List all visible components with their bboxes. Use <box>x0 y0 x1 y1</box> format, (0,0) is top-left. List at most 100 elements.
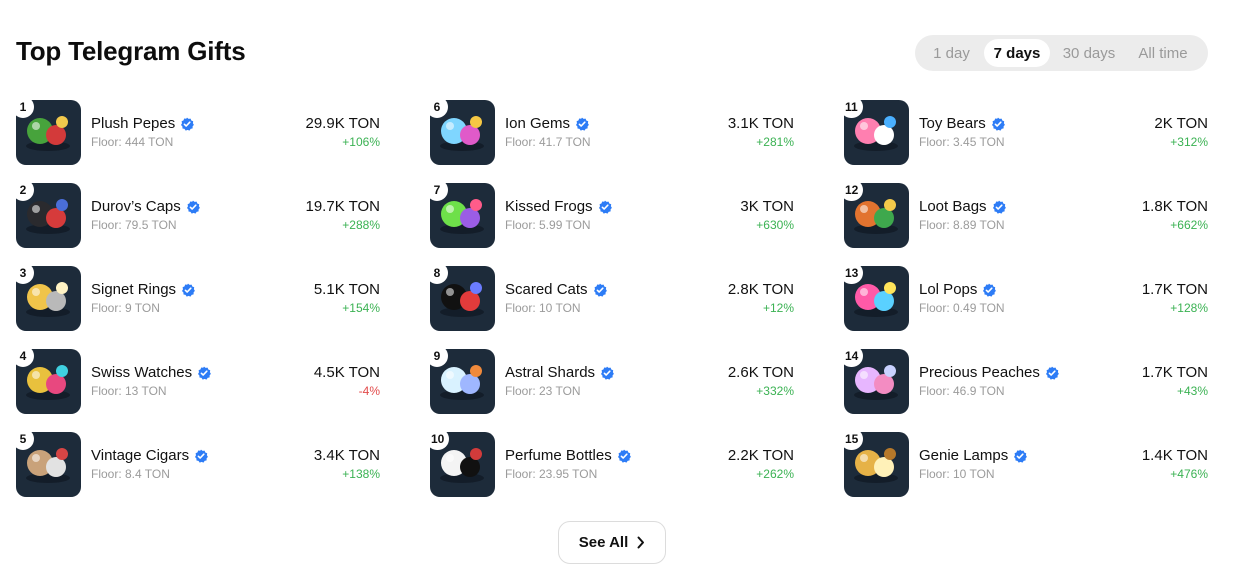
gift-stats: 19.7K TON +288% <box>306 198 381 233</box>
gift-floor-price: Floor: 79.5 TON <box>91 218 177 232</box>
gift-change: +288% <box>342 218 380 232</box>
gift-info: Signet Rings Floor: 9 TON <box>91 281 314 316</box>
gift-floor-price: Floor: 444 TON <box>91 135 174 149</box>
gift-change: -4% <box>358 384 380 398</box>
gift-stats: 2K TON +312% <box>1154 115 1208 150</box>
gift-row[interactable]: 10 Perfume Bottles Floor: 23.95 TON 2.2K TO… <box>426 428 794 497</box>
range-option-7-days[interactable]: 7 days <box>984 39 1050 67</box>
gift-name-line: Signet Rings <box>91 281 314 299</box>
chevron-right-icon <box>637 536 645 549</box>
gift-row[interactable]: 7 Kissed Frogs Floor: 5.99 TON 3K TON +630% <box>426 179 794 248</box>
gift-row[interactable]: 6 Ion Gems Floor: 41.7 TON 3.1K TON +281% <box>426 96 794 165</box>
gift-name-line: Kissed Frogs <box>505 198 740 216</box>
verified-badge-icon <box>186 200 200 214</box>
range-option-1-day[interactable]: 1 day <box>923 39 980 67</box>
gift-stats: 2.6K TON +332% <box>728 364 794 399</box>
rank-badge: 3 <box>12 262 34 284</box>
gift-stats: 2.8K TON +12% <box>728 281 794 316</box>
gift-info: Plush Pepes Floor: 444 TON <box>91 115 306 150</box>
gift-row[interactable]: 15 Genie Lamps Floor: 10 TON 1.4K TON +476% <box>840 428 1208 497</box>
gift-volume: 5.1K TON <box>313 281 380 298</box>
gift-name: Kissed Frogs <box>505 198 593 215</box>
gift-info: Scared Cats Floor: 10 TON <box>505 281 728 316</box>
verified-badge-icon <box>181 117 195 131</box>
gift-row[interactable]: 5 Vintage Cigars Floor: 8.4 TON 3.4K TON +13… <box>12 428 380 497</box>
gift-volume: 4.5K TON <box>313 364 380 381</box>
verified-badge-icon <box>992 200 1006 214</box>
verified-badge-icon <box>983 283 997 297</box>
gift-floor-price: Floor: 3.45 TON <box>919 135 1005 149</box>
range-option-30-days[interactable]: 30 days <box>1054 39 1124 67</box>
gift-row[interactable]: 12 Loot Bags Floor: 8.89 TON 1.8K TON +662% <box>840 179 1208 248</box>
verified-badge-icon <box>601 366 614 380</box>
gift-stats: 5.1K TON +154% <box>314 281 380 316</box>
rank-badge: 10 <box>426 428 450 450</box>
gift-change: +43% <box>1176 384 1208 398</box>
gift-row[interactable]: 4 Swiss Watches Floor: 13 TON 4.5K TON -4% <box>12 345 380 414</box>
gift-volume: 3K TON <box>740 198 794 215</box>
gift-row[interactable]: 11 Toy Bears Floor: 3.45 TON 2K TON +312% <box>840 96 1208 165</box>
gift-floor-price: Floor: 23.95 TON <box>505 467 598 481</box>
rank-badge: 14 <box>840 345 864 367</box>
verified-badge-icon <box>195 449 209 463</box>
gift-row[interactable]: 1 Plush Pepes Floor: 444 TON 29.9K TON +106% <box>12 96 381 165</box>
gift-change: +12% <box>762 301 794 315</box>
gift-name-line: Genie Lamps <box>919 447 1142 465</box>
rank-badge: 12 <box>840 179 864 201</box>
gift-row[interactable]: 3 Signet Rings Floor: 9 TON 5.1K TON +154% <box>12 262 380 331</box>
rank-badge: 5 <box>12 428 34 450</box>
gift-floor-price: Floor: 23 TON <box>505 384 581 398</box>
gift-info: Astral Shards Floor: 23 TON <box>505 364 728 399</box>
range-option-all-time[interactable]: All time <box>1126 39 1200 67</box>
gift-floor-price: Floor: 8.4 TON <box>91 467 170 481</box>
gift-name-line: Precious Peaches <box>919 364 1142 382</box>
gift-row[interactable]: 2 Durov’s Caps Floor: 79.5 TON 19.7K TON +28… <box>12 179 381 248</box>
gift-column: 6 Ion Gems Floor: 41.7 TON 3.1K TON +281% 7 Ki… <box>426 96 794 515</box>
see-all-label: See All <box>578 534 629 551</box>
gift-change: +312% <box>1170 135 1208 149</box>
gift-name-line: Vintage Cigars <box>91 447 314 465</box>
verified-badge-icon <box>198 366 212 380</box>
rank-badge: 15 <box>840 428 864 450</box>
gift-name: Swiss Watches <box>91 364 193 381</box>
gift-name: Vintage Cigars <box>91 447 190 464</box>
gift-volume: 2.8K TON <box>727 281 794 298</box>
verified-badge-icon <box>598 200 612 214</box>
gift-volume: 1.4K TON <box>1141 447 1208 464</box>
gift-name-line: Perfume Bottles <box>505 447 728 465</box>
gift-row[interactable]: 9 Astral Shards Floor: 23 TON 2.6K TON +332% <box>426 345 794 414</box>
rank-badge: 11 <box>840 96 863 118</box>
gift-volume: 1.7K TON <box>1141 364 1208 381</box>
gift-floor-price: Floor: 9 TON <box>91 301 160 315</box>
gift-stats: 1.7K TON +43% <box>1142 364 1208 399</box>
gift-name-line: Astral Shards <box>505 364 728 382</box>
gift-info: Lol Pops Floor: 0.49 TON <box>919 281 1142 316</box>
gift-name-line: Ion Gems <box>505 115 728 133</box>
verified-badge-icon <box>617 449 631 463</box>
gift-stats: 3.4K TON +138% <box>314 447 380 482</box>
gift-change: +138% <box>342 467 380 481</box>
gift-volume: 2.6K TON <box>727 364 794 381</box>
rank-badge: 6 <box>426 96 448 118</box>
gift-row[interactable]: 13 Lol Pops Floor: 0.49 TON 1.7K TON +128% <box>840 262 1208 331</box>
gift-change: +106% <box>342 135 380 149</box>
gift-info: Ion Gems Floor: 41.7 TON <box>505 115 728 150</box>
verified-badge-icon <box>991 117 1005 131</box>
gift-volume: 19.7K TON <box>305 198 381 215</box>
see-all-button[interactable]: See All <box>558 521 666 564</box>
time-range-selector: 1 day 7 days 30 days All time <box>915 35 1208 71</box>
gift-name: Genie Lamps <box>919 447 1009 464</box>
rank-badge: 4 <box>12 345 34 367</box>
gift-row[interactable]: 14 Precious Peaches Floor: 46.9 TON 1.7K TO… <box>840 345 1208 414</box>
gift-name-line: Durov’s Caps <box>91 198 306 216</box>
gift-info: Swiss Watches Floor: 13 TON <box>91 364 314 399</box>
gift-name-line: Plush Pepes <box>91 115 306 133</box>
gift-change: +128% <box>1170 301 1208 315</box>
gift-stats: 29.9K TON +106% <box>306 115 381 150</box>
gift-column: 1 Plush Pepes Floor: 444 TON 29.9K TON +106%… <box>12 96 381 515</box>
gift-name: Signet Rings <box>91 281 177 298</box>
gift-row[interactable]: 8 Scared Cats Floor: 10 TON 2.8K TON +12% <box>426 262 794 331</box>
rank-badge: 9 <box>426 345 448 367</box>
gift-volume: 3.4K TON <box>313 447 380 464</box>
rank-badge: 7 <box>426 179 448 201</box>
